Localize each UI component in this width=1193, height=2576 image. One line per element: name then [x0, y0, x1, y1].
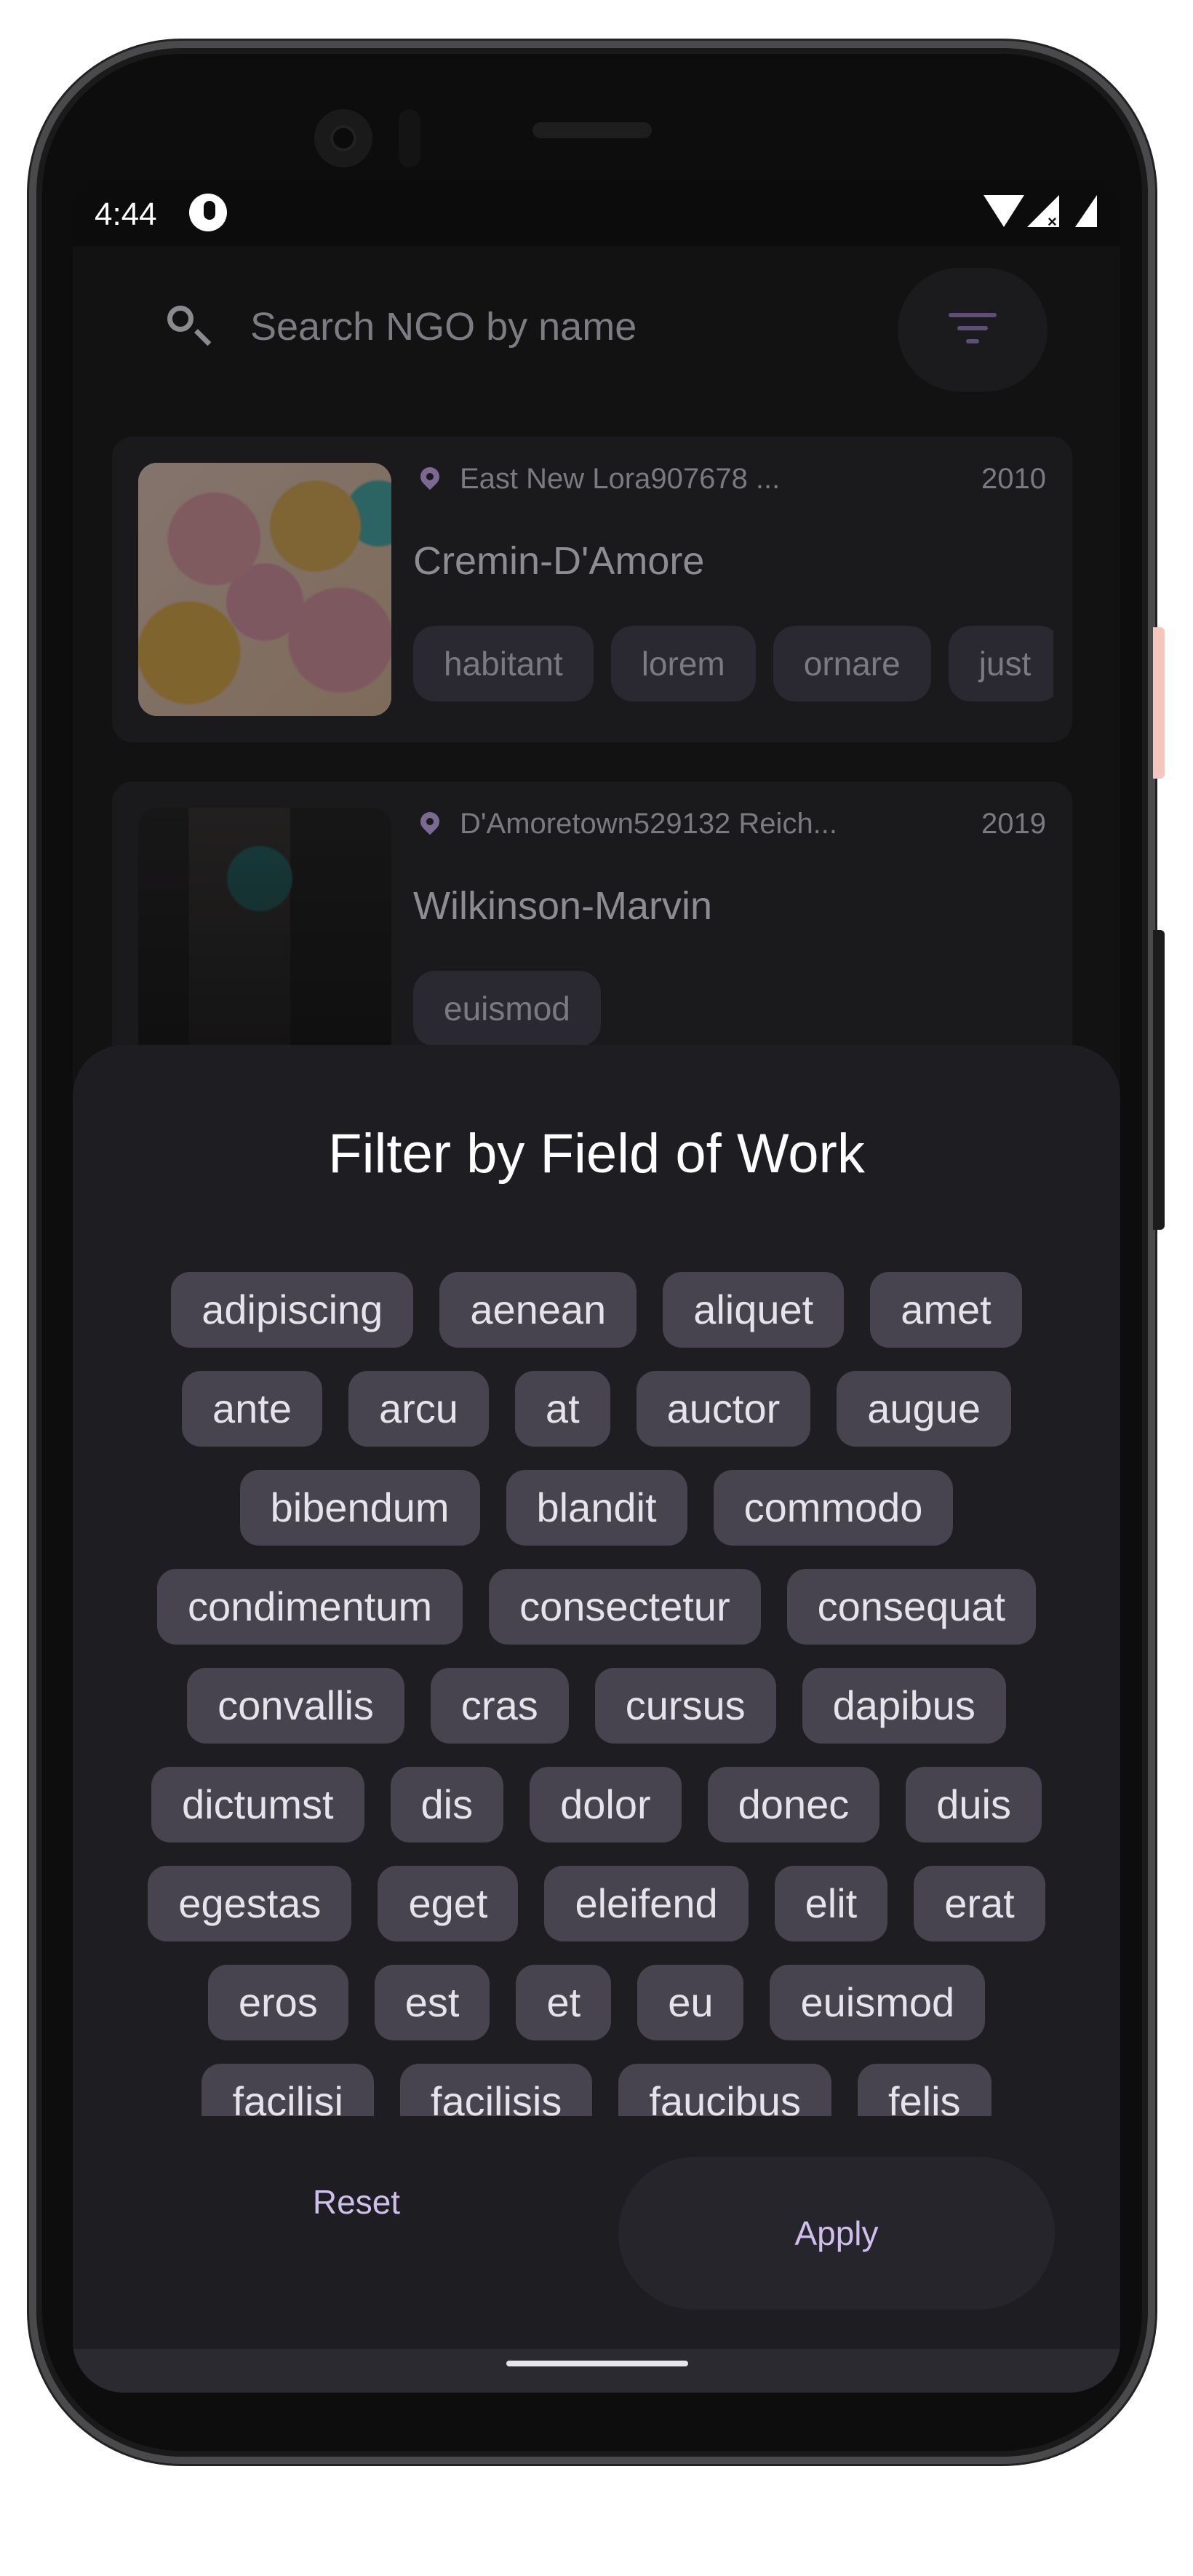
earpiece-speaker: [532, 122, 652, 138]
ngo-location: East New Lora907678 ...: [460, 463, 781, 495]
filter-chip[interactable]: est: [374, 1965, 490, 2040]
filter-chip[interactable]: erat: [914, 1866, 1045, 1941]
reset-button[interactable]: Reset: [211, 2158, 502, 2246]
ngo-tag: habitant: [413, 626, 594, 701]
filter-icon: [949, 313, 997, 346]
apply-button[interactable]: Apply: [618, 2157, 1055, 2310]
filter-chip[interactable]: aenean: [439, 1272, 637, 1348]
filter-chip[interactable]: dis: [390, 1767, 504, 1842]
location-pin-icon: [416, 463, 444, 490]
chip-row: adipiscing aenean aliquet amet: [116, 1272, 1077, 1348]
chip-row: convallis cras cursus dapibus: [116, 1668, 1077, 1744]
filter-chip[interactable]: amet: [870, 1272, 1022, 1348]
filter-button[interactable]: [898, 268, 1048, 391]
ngo-name: Wilkinson-Marvin: [413, 884, 713, 928]
ngo-tags: habitant lorem ornare just: [413, 626, 1053, 706]
ngo-tag: just: [948, 626, 1053, 701]
chip-row: condimentum consectetur consequat: [116, 1569, 1077, 1645]
filter-chip[interactable]: eleifend: [544, 1866, 749, 1941]
ngo-tag: euismod: [413, 971, 601, 1046]
battery-icon: [1075, 195, 1097, 227]
filter-chip[interactable]: convallis: [187, 1668, 404, 1744]
wifi-icon: [983, 195, 1024, 227]
filter-chip[interactable]: et: [516, 1965, 612, 2040]
proximity-sensor: [399, 109, 420, 167]
field-of-work-chips: adipiscing aenean aliquet amet ante arcu at auc…: [116, 1272, 1077, 2116]
filter-chip[interactable]: eros: [207, 1965, 348, 2040]
chip-row: dictumst dis dolor donec duis: [116, 1767, 1077, 1842]
ngo-tags: euismod: [413, 971, 1053, 1051]
front-camera: [314, 109, 372, 167]
filter-chip[interactable]: eu: [637, 1965, 744, 2040]
filter-chip[interactable]: faucibus: [618, 2064, 831, 2116]
chip-row: eros est et eu euismod: [116, 1965, 1077, 2040]
filter-chip[interactable]: auctor: [636, 1371, 811, 1447]
power-button: [1153, 627, 1165, 779]
search-input[interactable]: [249, 297, 848, 357]
filter-chip[interactable]: eget: [378, 1866, 519, 1941]
status-bar: 4:44 ×: [73, 180, 1120, 246]
filter-chip[interactable]: cras: [430, 1668, 569, 1744]
filter-chip[interactable]: dapibus: [802, 1668, 1006, 1744]
filter-chip[interactable]: dolor: [530, 1767, 682, 1842]
ngo-tag: ornare: [773, 626, 931, 701]
filter-chip[interactable]: egestas: [148, 1866, 352, 1941]
chip-row: bibendum blandit commodo: [116, 1470, 1077, 1546]
filter-chip[interactable]: augue: [837, 1371, 1011, 1447]
ngo-card[interactable]: D'Amoretown529132 Reich... 2019 Wilkinso…: [112, 782, 1072, 1087]
chip-row: facilisi facilisis faucibus felis: [116, 2064, 1077, 2116]
no-data-icon: ×: [1048, 212, 1057, 231]
filter-chip[interactable]: arcu: [348, 1371, 489, 1447]
search-icon: [167, 306, 193, 332]
filter-chip[interactable]: dictumst: [151, 1767, 364, 1842]
filter-chip[interactable]: donec: [707, 1767, 880, 1842]
filter-chip[interactable]: duis: [906, 1767, 1042, 1842]
chip-row: ante arcu at auctor augue: [116, 1371, 1077, 1447]
filter-chip[interactable]: adipiscing: [171, 1272, 414, 1348]
sheet-title: Filter by Field of Work: [328, 1123, 865, 1185]
filter-chip[interactable]: aliquet: [663, 1272, 845, 1348]
ngo-image: [138, 808, 391, 1061]
ngo-location: D'Amoretown529132 Reich...: [460, 808, 838, 840]
filter-chip[interactable]: condimentum: [156, 1569, 463, 1645]
filter-chip[interactable]: bibendum: [239, 1470, 480, 1546]
filter-chip[interactable]: facilisis: [399, 2064, 593, 2116]
filter-chip[interactable]: consectetur: [489, 1569, 761, 1645]
ngo-name: Cremin-D'Amore: [413, 539, 705, 583]
filter-chip[interactable]: cursus: [594, 1668, 776, 1744]
navigation-bar: [73, 2349, 1120, 2393]
filter-chip[interactable]: facilisi: [202, 2064, 374, 2116]
filter-chip[interactable]: elit: [774, 1866, 888, 1941]
filter-chip[interactable]: blandit: [506, 1470, 687, 1546]
app-status-icon: [189, 194, 227, 231]
filter-chip[interactable]: at: [514, 1371, 610, 1447]
ngo-image: [138, 463, 391, 716]
volume-button: [1153, 930, 1165, 1230]
filter-bottom-sheet: Filter by Field of Work adipiscing aenean…: [73, 1045, 1120, 2393]
chip-row: egestas eget eleifend elit erat: [116, 1866, 1077, 1941]
filter-chip[interactable]: felis: [857, 2064, 991, 2116]
app-screen: 4:44 × East New Lora907678 ... 2010 Crem…: [73, 180, 1120, 2393]
filter-chip[interactable]: ante: [181, 1371, 322, 1447]
filter-chip[interactable]: euismod: [770, 1965, 986, 2040]
status-time: 4:44: [95, 196, 157, 232]
ngo-year: 2019: [981, 808, 1046, 840]
home-indicator[interactable]: [506, 2361, 688, 2366]
filter-chip[interactable]: commodo: [713, 1470, 954, 1546]
location-pin-icon: [416, 808, 444, 835]
ngo-card[interactable]: East New Lora907678 ... 2010 Cremin-D'Am…: [112, 437, 1072, 742]
ngo-year: 2010: [981, 463, 1046, 495]
filter-chip[interactable]: consequat: [786, 1569, 1037, 1645]
ngo-tag: lorem: [610, 626, 756, 701]
